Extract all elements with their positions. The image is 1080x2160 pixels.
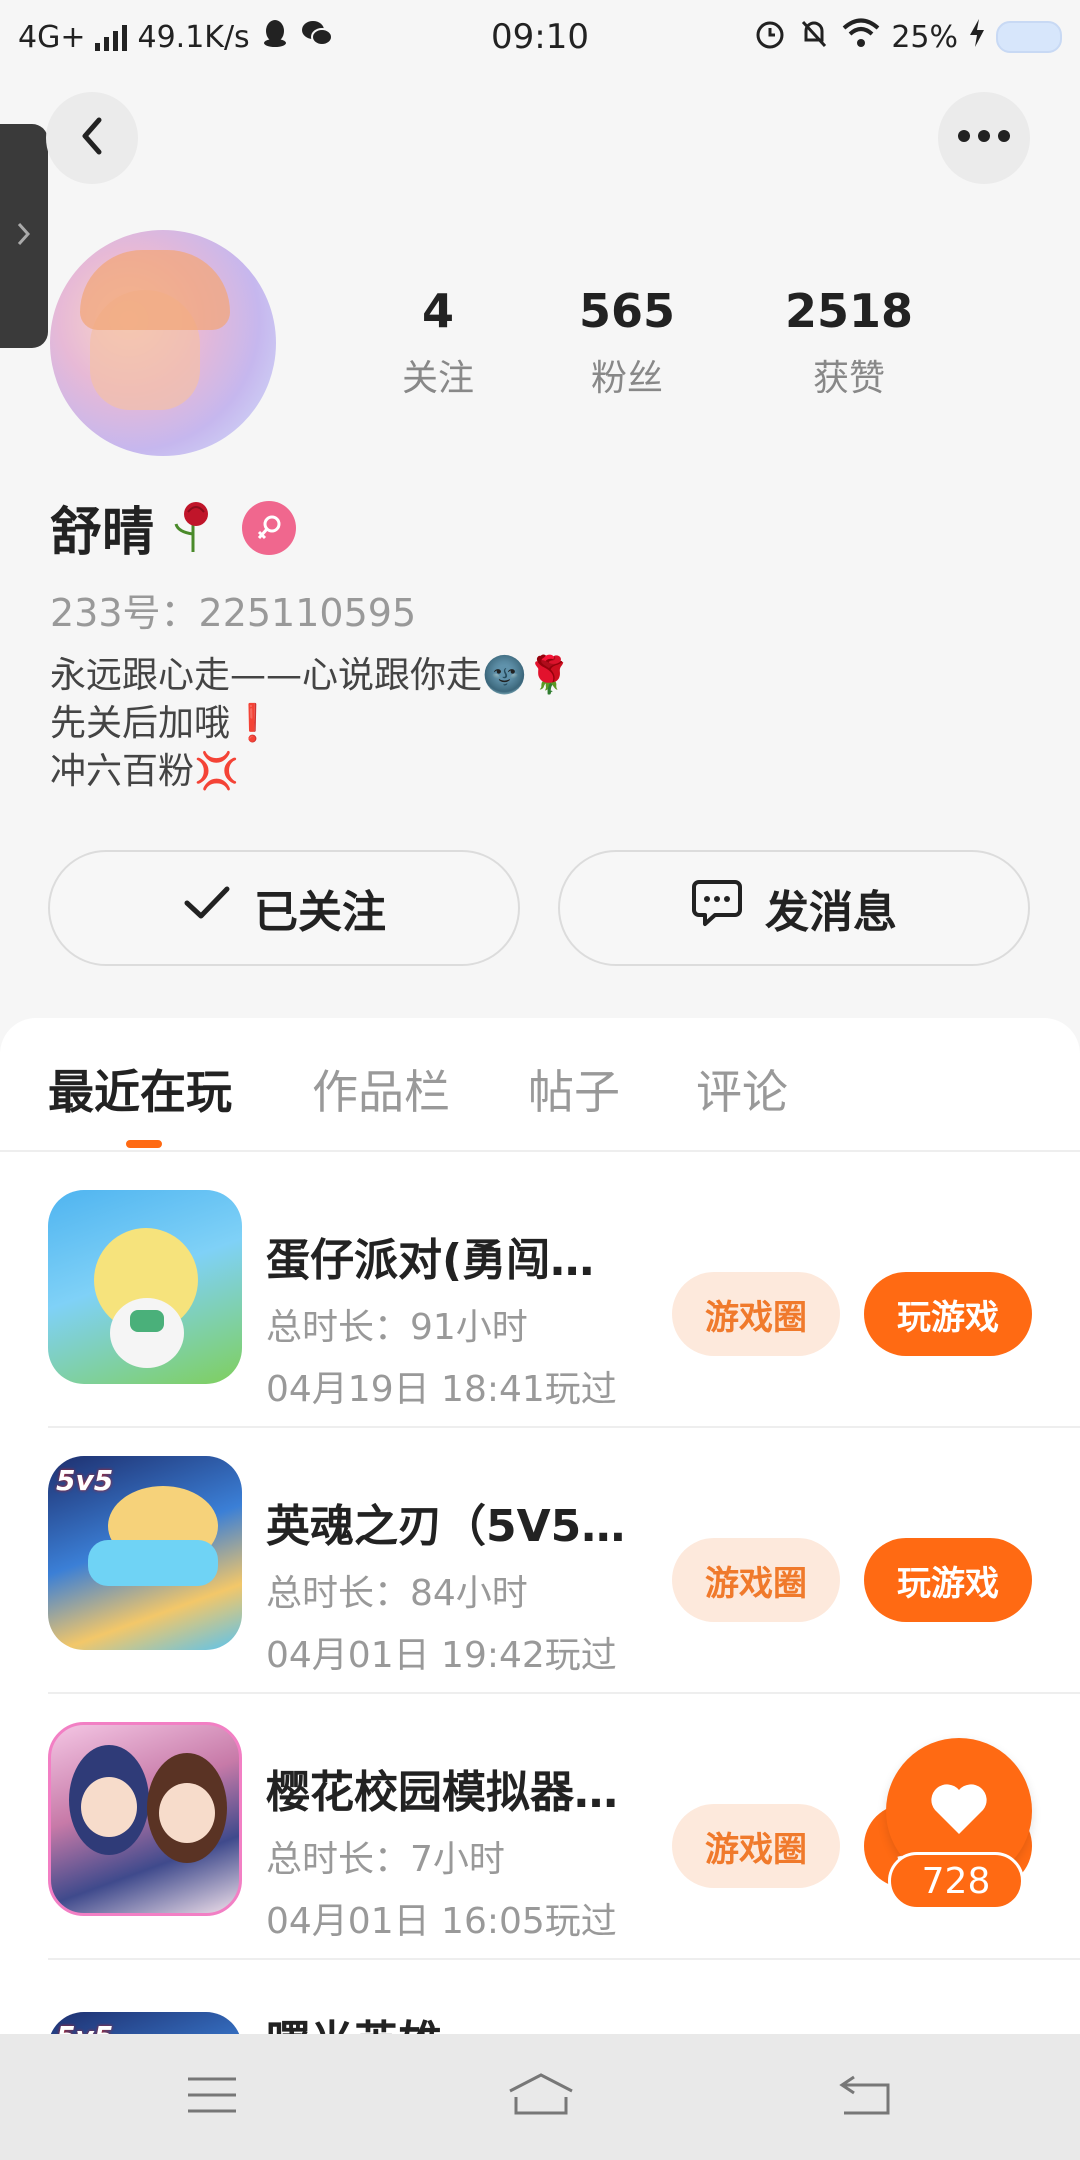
stat-label: 粉丝 [590, 358, 663, 399]
status-time: 09:10 [491, 17, 589, 57]
qq-icon [260, 18, 290, 56]
wifi-icon [841, 17, 881, 57]
bio-line: 先关后加哦❗ [50, 703, 275, 744]
home-icon [506, 2071, 576, 2123]
game-icon: 5v5 [48, 1456, 242, 1650]
username: 舒晴 [50, 503, 155, 563]
game-item[interactable]: 5v5 英魂之刃（5V5… 总时长：84小时 04月01日 19:42玩过 游戏… [0, 1416, 1080, 1682]
game-circle-button[interactable]: 游戏圈 [672, 1538, 840, 1622]
game-circle-button[interactable]: 游戏圈 [672, 1272, 840, 1356]
like-count: 728 [888, 1852, 1024, 1910]
tab-indicator [126, 1140, 162, 1148]
game-last-played: 04月01日 16:05玩过 [266, 1901, 617, 1942]
game-total-time: 总时长：91小时 [266, 1307, 528, 1348]
game-item-partial[interactable]: 5v5 曙光英雄 [0, 1998, 1080, 2038]
stat-following[interactable]: 4 关注 [360, 285, 516, 401]
game-last-played: 04月19日 18:41玩过 [266, 1369, 617, 1410]
game-title: 蛋仔派对(勇闯… [266, 1235, 595, 1286]
battery-percent: 25% [891, 19, 958, 55]
home-nav-button[interactable] [506, 2072, 576, 2122]
followed-label: 已关注 [254, 887, 386, 938]
stat-value: 4 [421, 284, 454, 338]
bio: 永远跟心走——心说跟你走🌚🌹 先关后加哦❗ 冲六百粉💢 [50, 652, 572, 796]
status-bar: 4G+ 49.1K/s 09:10 25% [0, 0, 1080, 74]
game-icon [48, 1190, 242, 1384]
status-left: 4G+ 49.1K/s [18, 18, 334, 56]
game-last-played: 04月01日 19:42玩过 [266, 1635, 617, 1676]
system-nav-bar [0, 2034, 1080, 2160]
tab-recent[interactable]: 最近在玩 [48, 1056, 232, 1122]
signal-icon [95, 23, 128, 51]
bio-line: 冲六百粉💢 [50, 751, 239, 792]
stat-label: 获赞 [812, 358, 885, 399]
play-game-button[interactable]: 玩游戏 [864, 1538, 1032, 1622]
back-button[interactable] [46, 92, 138, 184]
tab-posts[interactable]: 帖子 [528, 1056, 620, 1122]
female-icon [242, 500, 297, 555]
chat-bubble-icon [691, 878, 743, 939]
menu-icon [186, 2075, 238, 2119]
stat-label: 关注 [401, 358, 474, 399]
wechat-icon [300, 18, 334, 56]
more-button[interactable] [938, 92, 1030, 184]
mute-bell-icon [797, 16, 831, 58]
network-speed: 49.1K/s [137, 19, 250, 55]
stat-value: 565 [578, 284, 676, 338]
play-game-button[interactable]: 玩游戏 [864, 1272, 1032, 1356]
heart-icon [927, 1780, 991, 1842]
menu-nav-button[interactable] [182, 2072, 242, 2122]
stat-value: 2518 [784, 284, 914, 338]
game-title: 樱花校园模拟器… [266, 1767, 618, 1818]
tab-bar: 最近在玩 作品栏 帖子 评论 [0, 1018, 1080, 1152]
network-type: 4G+ [18, 19, 86, 55]
followed-button[interactable]: 已关注 [48, 850, 520, 966]
game-circle-button[interactable]: 游戏圈 [672, 1804, 840, 1888]
stat-followers[interactable]: 565 粉丝 [516, 285, 738, 401]
user-id: 233号：225110595 [50, 591, 417, 635]
alarm-icon [753, 16, 787, 58]
back-nav-button[interactable] [836, 2072, 896, 2122]
tab-comments[interactable]: 评论 [696, 1056, 788, 1122]
check-icon [182, 883, 232, 934]
game-item[interactable]: 蛋仔派对(勇闯… 总时长：91小时 04月19日 18:41玩过 游戏圈 玩游戏 [0, 1150, 1080, 1416]
chevron-right-icon [14, 218, 34, 254]
rose-icon [168, 498, 218, 558]
avatar[interactable] [50, 230, 276, 456]
game-icon-tag: 5v5 [56, 1464, 114, 1497]
game-icon [48, 1722, 242, 1916]
return-icon [838, 2073, 894, 2121]
username-row: 舒晴 [50, 490, 297, 565]
tab-works[interactable]: 作品栏 [312, 1056, 450, 1122]
profile-stats: 4 关注 565 粉丝 2518 获赞 [360, 285, 1000, 401]
back-arrow-icon [75, 114, 109, 162]
side-drawer-handle[interactable] [0, 124, 48, 348]
bio-line: 永远跟心走——心说跟你走🌚🌹 [50, 655, 572, 696]
game-total-time: 总时长：7小时 [266, 1839, 505, 1880]
message-label: 发消息 [765, 887, 897, 938]
game-total-time: 总时长：84小时 [266, 1573, 528, 1614]
battery-icon [996, 21, 1062, 53]
more-dots-icon [956, 128, 1012, 148]
charging-icon [968, 18, 986, 56]
divider [48, 1958, 1080, 1960]
stat-likes[interactable]: 2518 获赞 [738, 285, 960, 401]
game-title: 英魂之刃（5V5… [266, 1501, 626, 1552]
message-button[interactable]: 发消息 [558, 850, 1030, 966]
status-right: 25% [753, 16, 1062, 58]
